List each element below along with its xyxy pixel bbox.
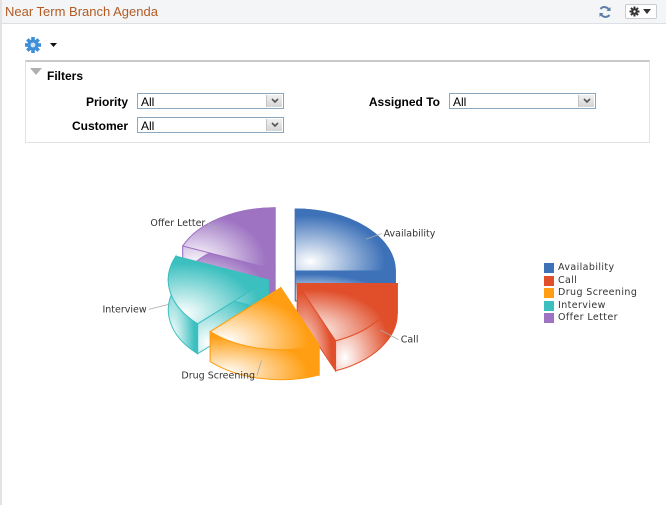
- portlet-title: Near Term Branch Agenda: [5, 4, 158, 19]
- legend-swatch: [544, 275, 554, 286]
- legend-swatch: [544, 300, 554, 311]
- refresh-icon[interactable]: [598, 5, 612, 19]
- priority-label: Priority: [85, 95, 128, 109]
- customer-select[interactable]: All: [137, 117, 284, 133]
- chart-options-menu[interactable]: [25, 36, 65, 56]
- chevron-down-icon[interactable]: [266, 119, 282, 131]
- chevron-down-icon: [50, 43, 57, 47]
- collapse-triangle-icon[interactable]: [30, 68, 42, 75]
- legend-label: Offer Letter: [558, 312, 618, 323]
- pie-label-interview: Interview: [102, 304, 146, 315]
- portlet-actions-button[interactable]: [625, 4, 657, 19]
- legend-swatch: [544, 263, 554, 273]
- legend-label: Availability: [558, 262, 615, 273]
- legend-swatch: [544, 288, 554, 298]
- priority-select[interactable]: All: [137, 93, 284, 109]
- filters-panel: Filters Priority All Customer All Assign…: [25, 60, 650, 143]
- customer-label: Customer: [71, 119, 128, 133]
- legend-label: Call: [558, 274, 578, 286]
- pie-label-offer-letter: Offer Letter: [150, 218, 205, 229]
- filters-heading: Filters: [47, 69, 84, 83]
- chevron-down-icon: [643, 9, 651, 14]
- pie-label-call: Call: [401, 335, 419, 346]
- legend-swatch: [544, 313, 554, 323]
- chevron-down-icon[interactable]: [266, 95, 282, 107]
- pie-label-availability: Availability: [384, 229, 436, 240]
- assigned-to-select[interactable]: All: [449, 93, 596, 109]
- portlet-header: Near Term Branch Agenda: [2, 0, 666, 24]
- gear-icon: [629, 6, 651, 17]
- chevron-down-icon[interactable]: [578, 95, 594, 107]
- pie-leader-line: [148, 303, 171, 310]
- legend-label: Drug Screening: [558, 287, 638, 298]
- pie-chart: Availability Call Drug Screening Interview O…: [102, 207, 436, 381]
- pie-label-drug-screening: Drug Screening: [181, 370, 255, 381]
- gear-icon: [25, 37, 41, 53]
- legend-label: Interview: [558, 299, 606, 311]
- assigned-to-label: Assigned To: [368, 95, 440, 109]
- portlet: Near Term Branch Agenda Filters Priority…: [0, 0, 666, 505]
